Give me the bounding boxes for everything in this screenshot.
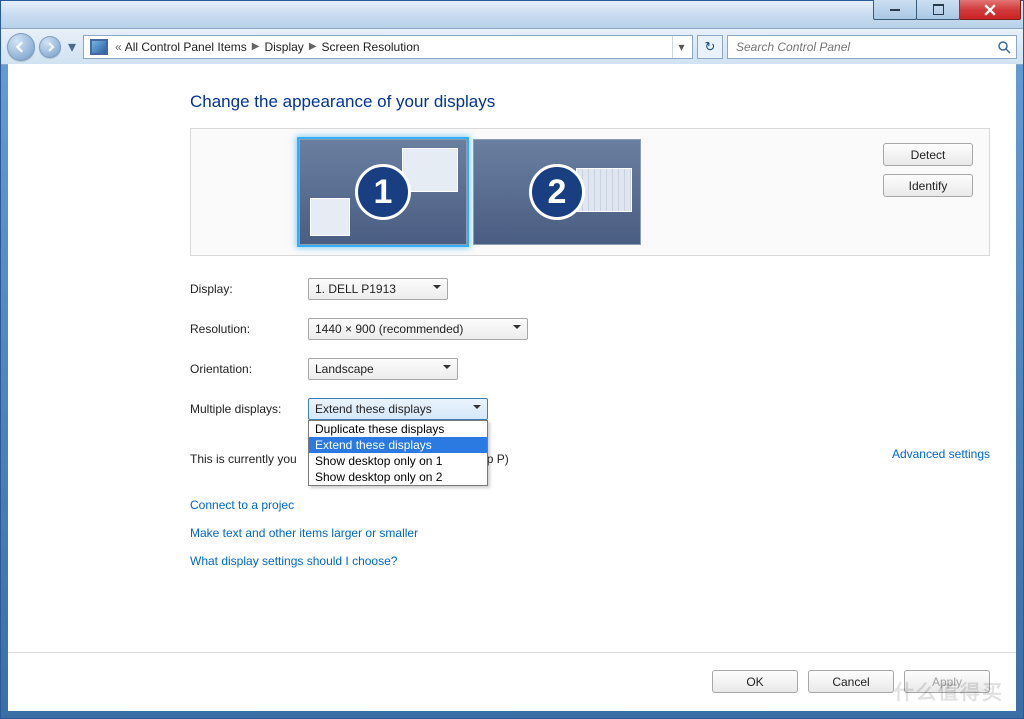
text-size-link[interactable]: Make text and other items larger or smal… [190, 526, 990, 540]
chevron-down-icon [443, 365, 451, 373]
multiple-displays-label: Multiple displays: [190, 402, 308, 416]
nav-forward-button[interactable] [39, 36, 61, 58]
advanced-settings-link[interactable]: Advanced settings [892, 447, 990, 461]
monitor-1-preview[interactable]: 1 [299, 139, 467, 245]
chevron-down-icon [473, 405, 481, 413]
preview-window-icon [310, 198, 350, 236]
connect-projector-link[interactable]: Connect to a projec [190, 498, 990, 512]
multiple-displays-dropdown: Duplicate these displays Extend these di… [308, 420, 488, 486]
monitor-number-badge: 2 [529, 164, 585, 220]
monitor-2-preview[interactable]: 2 [473, 139, 641, 245]
resolution-combo[interactable]: 1440 × 900 (recommended) [308, 318, 528, 340]
display-label: Display: [190, 282, 308, 296]
multiple-displays-combo[interactable]: Extend these displays Duplicate these di… [308, 398, 488, 420]
close-icon [984, 4, 996, 16]
display-value: 1. DELL P1913 [315, 282, 396, 296]
apply-button[interactable]: Apply [904, 670, 990, 693]
page-title: Change the appearance of your displays [190, 92, 990, 112]
chevron-down-icon [433, 285, 441, 293]
navigation-bar: ▾ « All Control Panel Items ▶ Display ▶ … [1, 29, 1023, 65]
ok-button[interactable]: OK [712, 670, 798, 693]
dropdown-option-only2[interactable]: Show desktop only on 2 [309, 469, 487, 485]
orientation-combo[interactable]: Landscape [308, 358, 458, 380]
chevron-down-icon [513, 325, 521, 333]
dropdown-option-only1[interactable]: Show desktop only on 1 [309, 453, 487, 469]
search-input[interactable] [728, 40, 992, 54]
address-bar[interactable]: « All Control Panel Items ▶ Display ▶ Sc… [83, 35, 693, 59]
breadcrumb-level3[interactable]: Screen Resolution [322, 40, 420, 54]
window-maximize-button[interactable] [916, 0, 960, 20]
window-titlebar [1, 1, 1023, 29]
display-preview-box: 1 2 Detect Identify [190, 128, 990, 256]
identify-button[interactable]: Identify [883, 174, 973, 197]
monitor-number-badge: 1 [355, 164, 411, 220]
arrow-left-icon [15, 41, 27, 53]
arrow-right-icon [45, 42, 55, 52]
cancel-button[interactable]: Cancel [808, 670, 894, 693]
multiple-displays-value: Extend these displays [315, 402, 432, 416]
help-link[interactable]: What display settings should I choose? [190, 554, 990, 568]
resolution-value: 1440 × 900 (recommended) [315, 322, 463, 336]
refresh-button[interactable]: ↻ [697, 35, 723, 59]
display-combo[interactable]: 1. DELL P1913 [308, 278, 448, 300]
breadcrumb-back-icon[interactable]: « [112, 40, 125, 54]
address-dropdown-button[interactable]: ▾ [672, 36, 690, 58]
orientation-label: Orientation: [190, 362, 308, 376]
breadcrumb-level1[interactable]: All Control Panel Items [125, 40, 247, 54]
breadcrumb-level2[interactable]: Display [264, 40, 303, 54]
main-display-text-prefix: This is currently you [190, 452, 297, 466]
window-close-button[interactable] [959, 0, 1021, 20]
client-area: Change the appearance of your displays 1… [8, 64, 1016, 711]
refresh-icon: ↻ [705, 39, 716, 55]
window-minimize-button[interactable] [873, 0, 917, 20]
orientation-value: Landscape [315, 362, 374, 376]
detect-button[interactable]: Detect [883, 143, 973, 166]
search-box[interactable] [727, 35, 1017, 59]
resolution-label: Resolution: [190, 322, 308, 336]
search-icon [992, 40, 1016, 54]
dialog-footer: OK Cancel Apply [712, 670, 990, 693]
chevron-right-icon[interactable]: ▶ [247, 41, 265, 52]
chevron-right-icon[interactable]: ▶ [304, 41, 322, 52]
dropdown-option-duplicate[interactable]: Duplicate these displays [309, 421, 487, 437]
nav-history-dropdown[interactable]: ▾ [65, 38, 79, 56]
dropdown-option-extend[interactable]: Extend these displays [309, 437, 487, 453]
footer-divider [8, 652, 1016, 653]
control-panel-icon [90, 39, 108, 55]
nav-back-button[interactable] [7, 33, 35, 61]
